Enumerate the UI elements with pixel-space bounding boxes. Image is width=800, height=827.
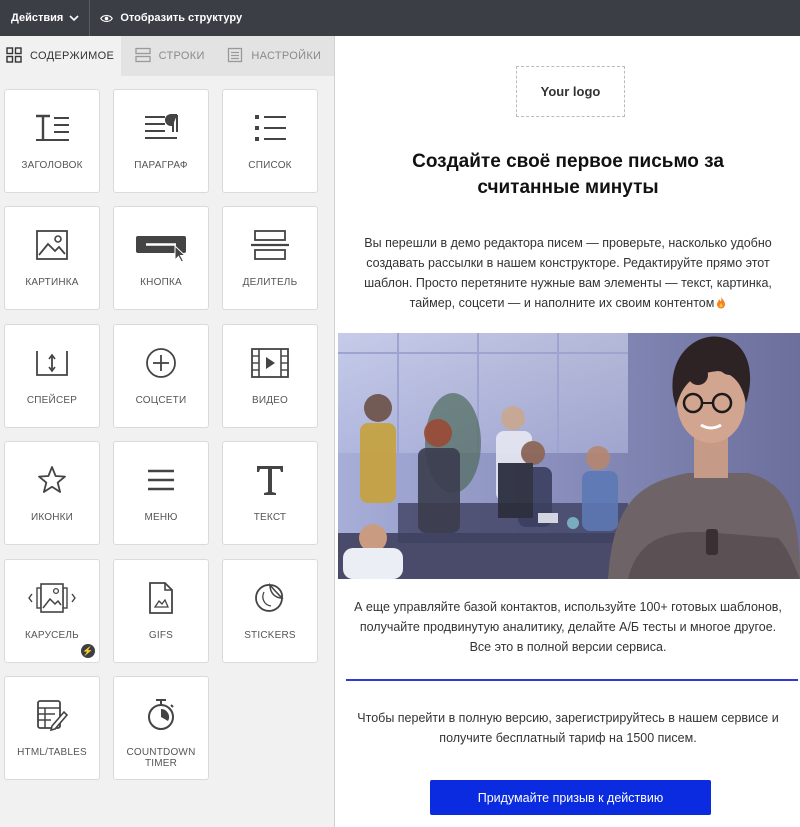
- block-label: STICKERS: [244, 630, 296, 641]
- block-list[interactable]: СПИСОК: [222, 89, 318, 193]
- list-icon: [252, 110, 288, 146]
- social-icon: [144, 345, 178, 381]
- panel-tabs: СОДЕРЖИМОЕ СТРОКИ НАСТРОЙКИ: [0, 36, 334, 76]
- block-label: ВИДЕО: [251, 395, 289, 406]
- tab-content-label: СОДЕРЖИМОЕ: [30, 50, 115, 62]
- block-text[interactable]: ТЕКСТ: [222, 441, 318, 545]
- block-carousel[interactable]: КАРУСЕЛЬ ⚡: [4, 559, 100, 663]
- block-social[interactable]: СОЦСЕТИ: [113, 324, 209, 428]
- tab-content[interactable]: СОДЕРЖИМОЕ: [0, 36, 121, 76]
- divider-icon: [250, 227, 290, 263]
- tab-rows-label: СТРОКИ: [158, 50, 205, 62]
- block-label: GIFS: [148, 630, 174, 641]
- block-label: HTML/TABLES: [17, 747, 87, 758]
- email-divider[interactable]: [346, 679, 798, 681]
- grid-icon: [6, 46, 22, 66]
- block-label: КНОПКА: [140, 277, 182, 288]
- logo-placeholder[interactable]: Your logo: [516, 66, 625, 117]
- block-button[interactable]: КНОПКА: [113, 206, 209, 310]
- block-label: COUNTDOWN TIMER: [126, 747, 196, 769]
- carousel-icon: [26, 580, 78, 616]
- block-spacer[interactable]: СПЕЙСЕР: [4, 324, 100, 428]
- block-label: ЗАГОЛОВОК: [21, 160, 83, 171]
- block-html-tables[interactable]: HTML/TABLES: [4, 676, 100, 780]
- block-countdown-timer[interactable]: COUNTDOWN TIMER: [113, 676, 209, 780]
- menu-icon: [145, 462, 177, 498]
- hero-photo[interactable]: [338, 333, 800, 579]
- eye-icon: [100, 14, 114, 23]
- settings-panel-icon: [227, 47, 243, 66]
- block-image[interactable]: КАРТИНКА: [4, 206, 100, 310]
- block-label: ДЕЛИТЕЛЬ: [242, 277, 298, 288]
- gifs-icon: [146, 580, 176, 616]
- block-label: ПАРАГРАФ: [134, 160, 188, 171]
- top-toolbar: Действия Отобразить структуру: [0, 0, 800, 36]
- actions-dropdown[interactable]: Действия: [0, 0, 91, 36]
- image-icon: [34, 227, 70, 263]
- show-structure-button[interactable]: Отобразить структуру: [90, 12, 242, 24]
- email-headline[interactable]: Создайте своё первое письмо за считанные…: [336, 149, 800, 201]
- block-label: СПЕЙСЕР: [26, 395, 78, 406]
- blocks-panel: СОДЕРЖИМОЕ СТРОКИ НАСТРОЙКИ ЗАГОЛОВОК ПА…: [0, 36, 335, 827]
- lightning-badge-icon: ⚡: [81, 644, 95, 658]
- block-divider[interactable]: ДЕЛИТЕЛЬ: [222, 206, 318, 310]
- stickers-icon: [253, 580, 287, 616]
- block-stickers[interactable]: STICKERS: [222, 559, 318, 663]
- block-label: КАРУСЕЛЬ: [25, 630, 79, 641]
- star-icon: [36, 462, 68, 498]
- tab-settings[interactable]: НАСТРОЙКИ: [215, 36, 334, 76]
- actions-label: Действия: [11, 12, 64, 24]
- block-label: МЕНЮ: [144, 512, 178, 523]
- tab-rows[interactable]: СТРОКИ: [121, 36, 216, 76]
- block-gifs[interactable]: GIFS: [113, 559, 209, 663]
- email-paragraph-3[interactable]: Чтобы перейти в полную версию, зарегистр…: [336, 708, 800, 748]
- button-icon: [135, 227, 187, 263]
- video-icon: [250, 345, 290, 381]
- block-heading[interactable]: ЗАГОЛОВОК: [4, 89, 100, 193]
- tab-settings-label: НАСТРОЙКИ: [251, 50, 322, 62]
- block-label: КАРТИНКА: [25, 277, 79, 288]
- fire-emoji-icon: [716, 295, 726, 315]
- text-icon: [254, 462, 286, 498]
- show-structure-label: Отобразить структуру: [120, 12, 243, 24]
- block-label: ИКОНКИ: [30, 512, 74, 523]
- block-video[interactable]: ВИДЕО: [222, 324, 318, 428]
- cta-button[interactable]: Придумайте призыв к действию: [430, 780, 711, 815]
- paragraph-icon: [143, 110, 179, 146]
- timer-icon: [145, 697, 177, 733]
- email-intro-text[interactable]: Вы перешли в демо редактора писем — пров…: [336, 233, 800, 315]
- email-preview: Your logo Создайте своё первое письмо за…: [336, 36, 800, 827]
- spacer-icon: [34, 345, 70, 381]
- email-paragraph-2[interactable]: А еще управляйте базой контактов, исполь…: [336, 597, 800, 657]
- block-paragraph[interactable]: ПАРАГРАФ: [113, 89, 209, 193]
- block-icons[interactable]: ИКОНКИ: [4, 441, 100, 545]
- block-label: СОЦСЕТИ: [135, 395, 187, 406]
- html-tables-icon: [35, 697, 69, 733]
- block-menu[interactable]: МЕНЮ: [113, 441, 209, 545]
- heading-icon: [34, 110, 70, 146]
- block-label: ТЕКСТ: [253, 512, 287, 523]
- chevron-down-icon: [69, 14, 79, 22]
- rows-icon: [134, 47, 151, 66]
- block-label: СПИСОК: [248, 160, 292, 171]
- intro-text: Вы перешли в демо редактора писем — пров…: [364, 236, 772, 310]
